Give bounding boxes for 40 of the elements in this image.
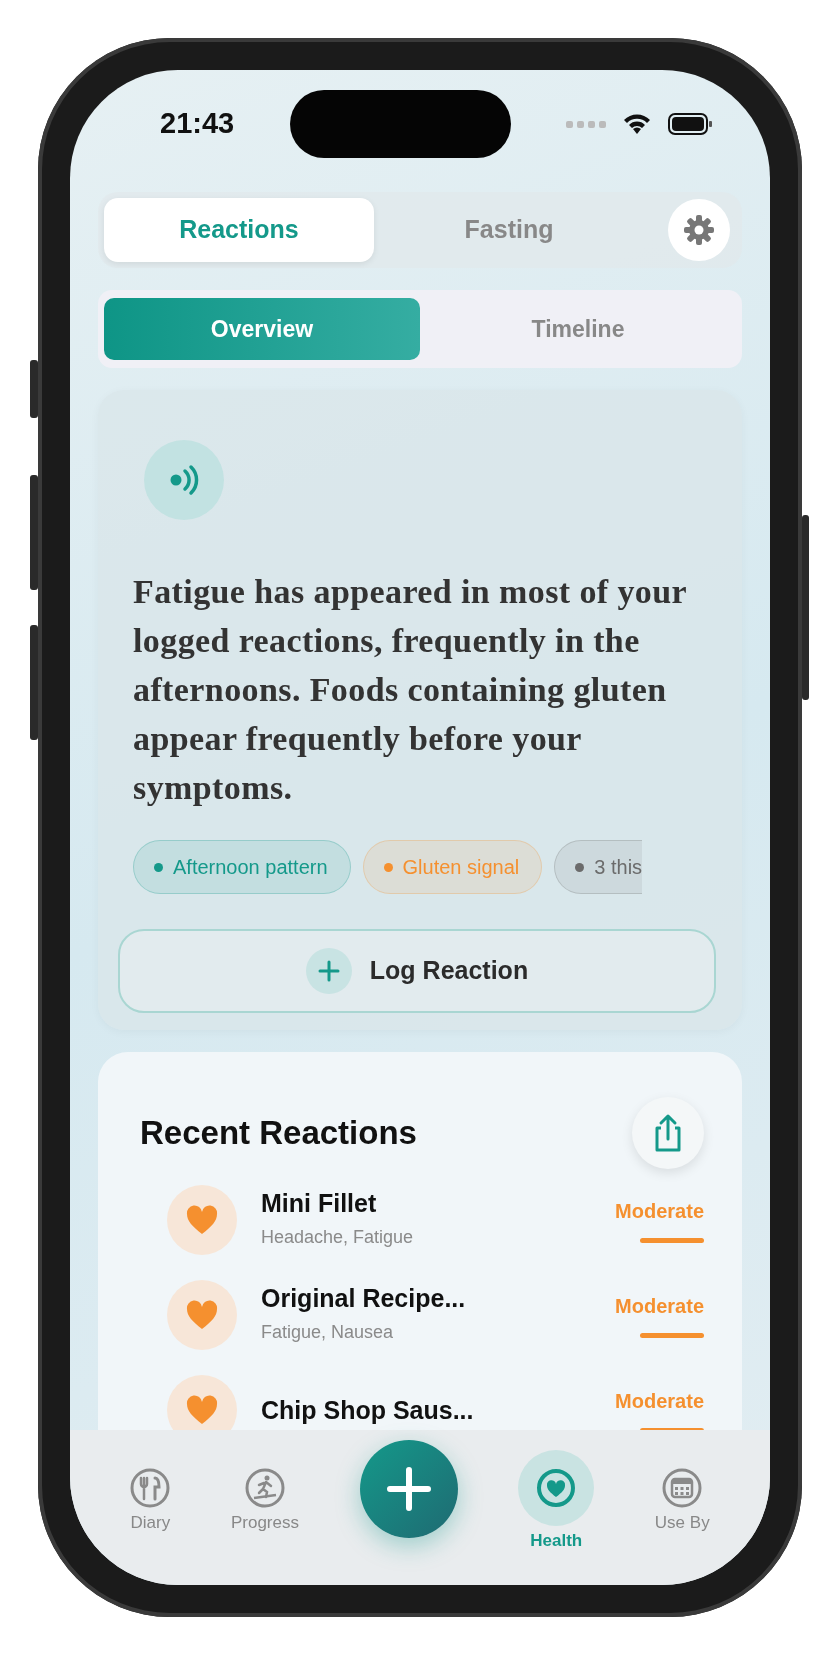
- tab[interactable]: Overview: [104, 298, 420, 360]
- tab[interactable]: Fasting: [374, 198, 644, 262]
- tab[interactable]: Reactions: [104, 198, 374, 262]
- reaction-name: Chip Shop Saus...: [261, 1394, 474, 1425]
- heart-icon: [186, 1299, 218, 1330]
- plus-icon: [385, 1466, 432, 1512]
- severity-label: Moderate: [615, 1389, 704, 1414]
- log-reaction-button[interactable]: Log Reaction: [118, 929, 716, 1013]
- tab-bar-item[interactable]: Progress: [230, 1468, 299, 1536]
- add-button[interactable]: [359, 1440, 458, 1538]
- reaction-row[interactable]: Mini Fillet Headache, Fatigue Moderate: [140, 1172, 704, 1267]
- tag-label: Gluten signal: [402, 855, 520, 880]
- heart-icon: [186, 1394, 218, 1425]
- symptoms-text: Fatigue, Nausea: [261, 1321, 395, 1344]
- heart-icon: [186, 1204, 218, 1235]
- tag-label: Afternoon pattern: [173, 855, 328, 880]
- reaction-name: Mini Fillet: [261, 1188, 378, 1218]
- severity-underline: [640, 1333, 704, 1338]
- battery-icon: [668, 113, 712, 135]
- reaction-name: Original Recipe...: [261, 1283, 466, 1313]
- status-time: 21:43: [160, 106, 235, 142]
- tab-bar-item[interactable]: Use By: [654, 1468, 710, 1536]
- settings-icon: [683, 214, 715, 246]
- wifi-icon: [622, 113, 652, 135]
- treadmill-icon: [244, 1468, 285, 1508]
- tab-bar-item[interactable]: Health: [518, 1450, 595, 1554]
- symptoms-text: Headache, Fatigue: [261, 1226, 414, 1249]
- severity-label: Moderate: [615, 1199, 704, 1224]
- severity-underline: [640, 1238, 704, 1243]
- cellular-signal-icon: [566, 120, 606, 128]
- tab[interactable]: Timeline: [420, 298, 736, 360]
- fork-knife-icon: [130, 1468, 171, 1508]
- insight-text: Fatigue has appeared in most of your logged reactions, frequently in the afternoons. Foods containing gluten appear frequently before your symptoms.: [133, 572, 688, 808]
- tab-bar-item[interactable]: Diary: [130, 1468, 171, 1536]
- severity-label: Moderate: [615, 1294, 704, 1319]
- section-title: Recent Reactions: [140, 1113, 417, 1154]
- tag-label: 3 this: [594, 855, 643, 880]
- calendar-icon: [662, 1468, 703, 1508]
- reaction-row[interactable]: Original Recipe... Fatigue, Nausea Moderate: [140, 1267, 704, 1362]
- plus-icon: [317, 960, 340, 982]
